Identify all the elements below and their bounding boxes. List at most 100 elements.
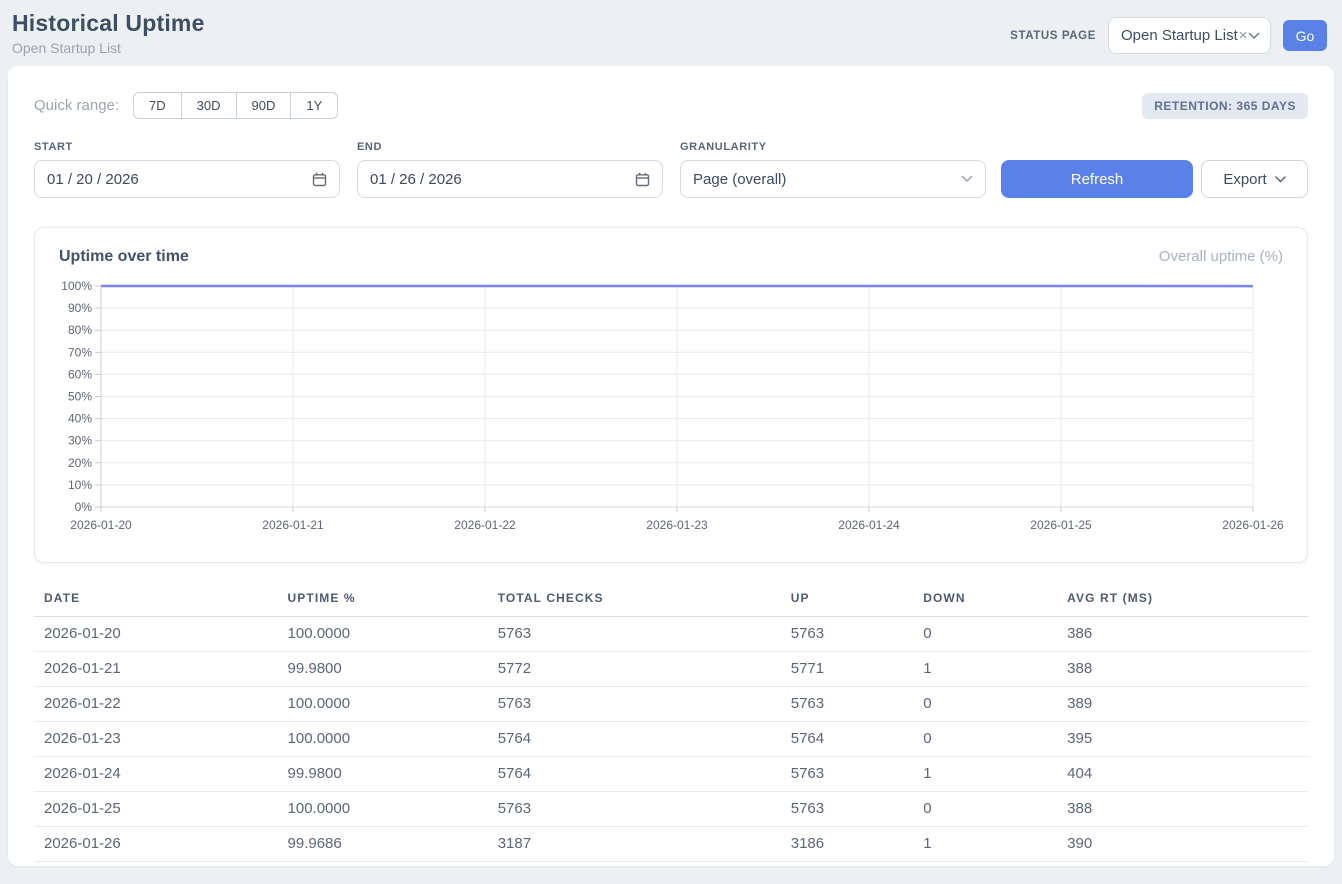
- end-date-value: 01 / 26 / 2026: [370, 171, 462, 188]
- granularity-field: GRANULARITY Page (overall): [680, 141, 986, 198]
- table-header-row: DATEUPTIME %TOTAL CHECKSUPDOWNAVG RT (MS…: [34, 587, 1308, 617]
- start-date-field: START 01 / 20 / 2026: [34, 141, 340, 198]
- go-button[interactable]: Go: [1283, 20, 1327, 51]
- svg-text:70%: 70%: [68, 345, 92, 359]
- table-cell: 5772: [498, 652, 791, 687]
- calendar-icon[interactable]: [312, 172, 327, 187]
- end-date-field: END 01 / 26 / 2026: [357, 141, 663, 198]
- svg-text:90%: 90%: [68, 301, 92, 315]
- table-cell: 2026-01-23: [34, 722, 288, 757]
- svg-text:2026-01-23: 2026-01-23: [646, 518, 708, 532]
- quick-range-group: 7D30D90D1Y: [133, 92, 338, 119]
- table-cell: 100.0000: [288, 722, 498, 757]
- svg-text:0%: 0%: [75, 500, 93, 514]
- svg-text:100%: 100%: [61, 279, 92, 293]
- start-date-value: 01 / 20 / 2026: [47, 171, 139, 188]
- retention-badge: RETENTION: 365 DAYS: [1142, 93, 1308, 119]
- table-cell: 0: [923, 722, 1067, 757]
- table-row: 2026-01-22100.0000576357630389: [34, 687, 1308, 722]
- table-cell: 5763: [791, 617, 923, 652]
- svg-text:60%: 60%: [68, 367, 92, 381]
- filters-row: START 01 / 20 / 2026 END 01 / 26 / 2026 …: [34, 141, 1308, 198]
- table-row: 2026-01-2699.9686318731861390: [34, 827, 1308, 862]
- table-cell: 5764: [498, 757, 791, 792]
- table-cell: 3187: [498, 827, 791, 862]
- table-cell: 100.0000: [288, 792, 498, 827]
- status-page-selected-value: Open Startup List: [1121, 27, 1238, 44]
- start-date-input[interactable]: 01 / 20 / 2026: [34, 160, 340, 198]
- quick-range-button-1y[interactable]: 1Y: [290, 92, 338, 119]
- header-controls: STATUS PAGE Open Startup List × Go: [1010, 17, 1327, 54]
- svg-text:80%: 80%: [68, 323, 92, 337]
- table-cell: 2026-01-26: [34, 827, 288, 862]
- status-page-select[interactable]: Open Startup List ×: [1108, 17, 1271, 54]
- clear-icon[interactable]: ×: [1239, 27, 1248, 44]
- table-cell: 2026-01-20: [34, 617, 288, 652]
- table-cell: 1: [923, 827, 1067, 862]
- uptime-line-chart: 0% 10% 20% 30% 40% 50% 60% 70% 80% 90% 100% 2026-01…: [59, 278, 1285, 536]
- main-panel: Quick range: 7D30D90D1Y RETENTION: 365 D…: [8, 66, 1334, 866]
- export-button[interactable]: Export: [1201, 160, 1308, 198]
- table-cell: 2026-01-21: [34, 652, 288, 687]
- status-page-label: STATUS PAGE: [1010, 30, 1096, 42]
- quick-range-button-90d[interactable]: 90D: [236, 92, 292, 119]
- page-header: Historical Uptime Open Startup List STAT…: [0, 0, 1342, 64]
- table-cell: 5763: [498, 792, 791, 827]
- uptime-chart-card: Uptime over time Overall uptime (%) 0% 10…: [34, 227, 1308, 563]
- svg-text:10%: 10%: [68, 478, 92, 492]
- svg-text:2026-01-20: 2026-01-20: [70, 518, 132, 532]
- calendar-icon[interactable]: [635, 172, 650, 187]
- quick-range-label: Quick range:: [34, 97, 119, 114]
- table-cell: 2026-01-24: [34, 757, 288, 792]
- table-cell: 5763: [791, 757, 923, 792]
- table-row: 2026-01-2499.9800576457631404: [34, 757, 1308, 792]
- svg-text:2026-01-21: 2026-01-21: [262, 518, 324, 532]
- table-cell: 5763: [791, 792, 923, 827]
- end-date-input[interactable]: 01 / 26 / 2026: [357, 160, 663, 198]
- table-cell: 0: [923, 792, 1067, 827]
- svg-text:30%: 30%: [68, 434, 92, 448]
- quick-range-button-30d[interactable]: 30D: [181, 92, 237, 119]
- svg-text:2026-01-25: 2026-01-25: [1030, 518, 1092, 532]
- chart-legend-label: Overall uptime (%): [1159, 248, 1283, 265]
- column-header: AVG RT (MS): [1067, 587, 1308, 617]
- table-cell: 404: [1067, 757, 1308, 792]
- table-row: 2026-01-23100.0000576457640395: [34, 722, 1308, 757]
- page-subtitle: Open Startup List: [12, 40, 205, 56]
- table-cell: 1: [923, 652, 1067, 687]
- table-cell: 100.0000: [288, 687, 498, 722]
- table-cell: 389: [1067, 687, 1308, 722]
- table-cell: 390: [1067, 827, 1308, 862]
- chart-header: Uptime over time Overall uptime (%): [59, 248, 1283, 266]
- table-cell: 2026-01-25: [34, 792, 288, 827]
- chevron-down-icon: [1275, 176, 1286, 183]
- table-cell: 5764: [498, 722, 791, 757]
- svg-text:20%: 20%: [68, 456, 92, 470]
- column-header: UPTIME %: [288, 587, 498, 617]
- svg-text:2026-01-22: 2026-01-22: [454, 518, 516, 532]
- table-cell: 0: [923, 687, 1067, 722]
- svg-text:40%: 40%: [68, 412, 92, 426]
- table-cell: 99.9800: [288, 757, 498, 792]
- quick-range-button-7d[interactable]: 7D: [133, 92, 182, 119]
- end-label: END: [357, 141, 663, 153]
- table-cell: 5771: [791, 652, 923, 687]
- table-cell: 5763: [498, 617, 791, 652]
- export-button-label: Export: [1223, 171, 1266, 188]
- svg-text:50%: 50%: [68, 390, 92, 404]
- chevron-down-icon: [1248, 32, 1260, 40]
- table-cell: 5763: [498, 687, 791, 722]
- chart-title: Uptime over time: [59, 248, 189, 266]
- refresh-button[interactable]: Refresh: [1001, 160, 1193, 198]
- table-row: 2026-01-25100.0000576357630388: [34, 792, 1308, 827]
- column-header: DOWN: [923, 587, 1067, 617]
- table-cell: 3186: [791, 827, 923, 862]
- granularity-select[interactable]: Page (overall): [680, 160, 986, 198]
- table-cell: 388: [1067, 652, 1308, 687]
- uptime-table: DATEUPTIME %TOTAL CHECKSUPDOWNAVG RT (MS…: [34, 587, 1308, 862]
- quick-range-row: Quick range: 7D30D90D1Y RETENTION: 365 D…: [34, 92, 1308, 119]
- svg-text:2026-01-26: 2026-01-26: [1222, 518, 1284, 532]
- table-cell: 1: [923, 757, 1067, 792]
- table-cell: 0: [923, 617, 1067, 652]
- column-header: DATE: [34, 587, 288, 617]
